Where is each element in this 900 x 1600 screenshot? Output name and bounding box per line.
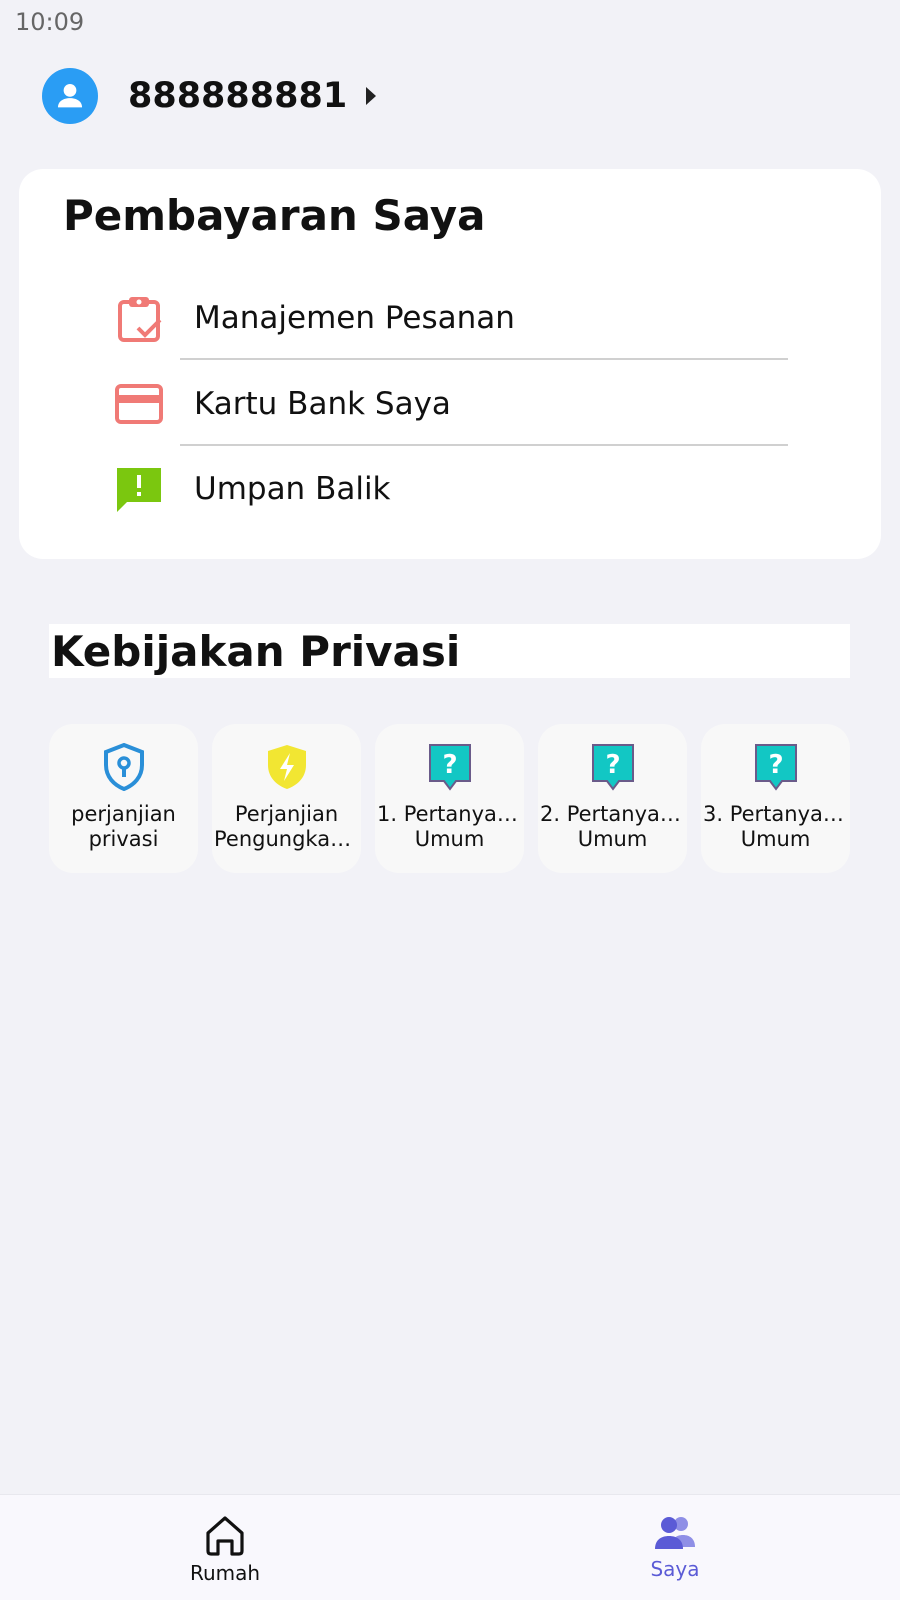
nav-label: Saya <box>650 1557 700 1581</box>
svg-text:?: ? <box>442 750 457 780</box>
profile-header[interactable]: 888888881 <box>42 68 377 124</box>
tile-faq-3[interactable]: ? 3. Pertanyaan Umum <box>701 724 850 873</box>
question-tag-icon: ? <box>589 742 637 792</box>
tile-faq-1[interactable]: ? 1. Pertanyaan Umum <box>375 724 524 873</box>
profile-phone[interactable]: 888888881 <box>128 76 347 116</box>
tile-label: 1. Pertanyaan Umum <box>375 802 524 852</box>
home-icon <box>206 1516 244 1556</box>
tile-label-line: privasi <box>88 827 159 851</box>
menu-label: Manajemen Pesanan <box>194 300 515 336</box>
menu-label: Umpan Balik <box>194 471 391 507</box>
nav-label: Rumah <box>189 1561 261 1585</box>
nav-home[interactable]: Rumah <box>165 1513 285 1585</box>
question-tag-icon: ? <box>426 742 474 792</box>
menu-item-bank-card[interactable]: Kartu Bank Saya <box>19 361 881 447</box>
payments-card: Pembayaran Saya Manajemen Pesanan Kartu … <box>19 169 881 559</box>
question-tag-icon: ? <box>752 742 800 792</box>
shield-bolt-icon <box>263 742 311 792</box>
shield-lock-icon <box>100 742 148 792</box>
svg-text:?: ? <box>768 750 783 780</box>
divider <box>180 358 788 360</box>
tile-privacy-agreement[interactable]: perjanjian privasi <box>49 724 198 873</box>
tile-label: 3. Pertanyaan Umum <box>701 802 850 852</box>
menu-item-feedback[interactable]: Umpan Balik <box>19 446 881 532</box>
users-icon <box>655 1517 695 1549</box>
status-time: 10:09 <box>15 8 85 36</box>
tile-faq-2[interactable]: ? 2. Pertanyaan Umum <box>538 724 687 873</box>
menu-item-order-management[interactable]: Manajemen Pesanan <box>19 275 881 361</box>
menu-label: Kartu Bank Saya <box>194 386 451 422</box>
tile-label-line: 1. Pertanyaan <box>377 802 524 826</box>
feedback-icon <box>115 465 163 513</box>
tile-label: 2. Pertanyaan Umum <box>538 802 687 852</box>
tile-label-line: perjanjian <box>71 802 176 826</box>
svg-text:?: ? <box>605 750 620 780</box>
tile-label-line: 2. Pertanyaan <box>540 802 687 826</box>
tile-label: Perjanjian Pengungkap... <box>212 802 361 852</box>
tile-label: perjanjian privasi <box>49 802 198 852</box>
privacy-title: Kebijakan Privasi <box>49 624 850 678</box>
payments-title: Pembayaran Saya <box>63 191 486 240</box>
clipboard-check-icon <box>115 294 163 342</box>
nav-me[interactable]: Saya <box>615 1513 735 1581</box>
screen: 10:09 888888881 Pembayaran Saya Manajeme… <box>0 0 900 1600</box>
bottom-nav: Rumah Saya <box>0 1494 900 1600</box>
tile-label-line: 3. Pertanyaan <box>703 802 850 826</box>
credit-card-icon <box>115 380 163 428</box>
user-icon <box>57 83 83 108</box>
avatar[interactable] <box>42 68 98 124</box>
caret-right-icon[interactable] <box>365 86 377 106</box>
tile-label-line: Umum <box>577 827 648 851</box>
tile-label-line: Perjanjian <box>234 802 339 826</box>
tile-label-line: Umum <box>740 827 811 851</box>
tile-label-line: Pengungkap... <box>214 827 361 851</box>
tile-label-line: Umum <box>414 827 485 851</box>
tile-disclosure-agreement[interactable]: Perjanjian Pengungkap... <box>212 724 361 873</box>
